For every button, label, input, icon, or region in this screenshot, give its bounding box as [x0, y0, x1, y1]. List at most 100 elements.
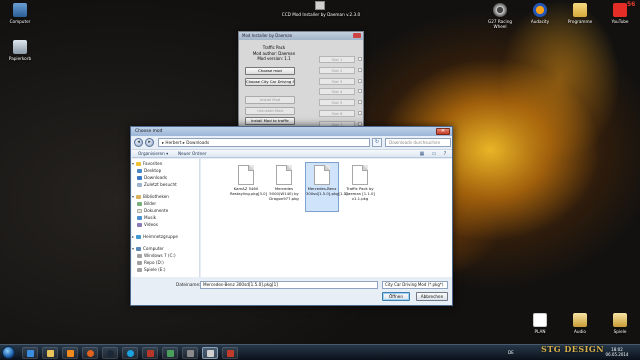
nav-desktop[interactable]: Desktop: [137, 168, 161, 175]
file-item-selected[interactable]: Mercedes-Benz 300sd[1.5.0].pkg[1.1]: [305, 162, 348, 212]
slot[interactable]: Slot 1: [319, 56, 355, 63]
start-button[interactable]: [2, 346, 15, 359]
taskbar-app[interactable]: [162, 347, 178, 359]
taskbar-skype[interactable]: [122, 347, 138, 359]
refresh-button[interactable]: ↻: [372, 138, 382, 147]
desktop-icon-audio[interactable]: Audio: [561, 313, 599, 334]
app-icon: [147, 350, 154, 357]
choose-mod-button[interactable]: Choose mod: [245, 67, 295, 75]
dialog-titlebar[interactable]: Choose mod ✕: [131, 127, 452, 136]
nav-music[interactable]: Musik: [137, 215, 156, 222]
slot[interactable]: Slot 2: [319, 67, 355, 74]
slot[interactable]: Slot 4: [319, 88, 355, 95]
view-options-icon[interactable]: ▦: [418, 151, 426, 157]
nav-drive-e[interactable]: Spiele (E:): [137, 267, 165, 274]
file-list: KamAZ 5460 Restayling.pkg[3.0] Mercedes …: [201, 159, 452, 277]
folder-icon: [573, 3, 587, 17]
slot[interactable]: Slot 3: [319, 78, 355, 85]
recycle-bin-icon: [13, 40, 27, 54]
nav-documents[interactable]: Dokumente: [137, 208, 168, 215]
libraries-icon: [136, 194, 141, 199]
steering-wheel-icon: [493, 3, 507, 17]
drive-icon: [137, 260, 142, 265]
address-row: ◂ ▸ ▸ Herbert ▸ Downloads ↻ Downloads du…: [134, 138, 451, 148]
address-bar[interactable]: ▸ Herbert ▸ Downloads: [158, 138, 370, 147]
preview-pane-icon[interactable]: ▭: [430, 151, 438, 157]
nav-label: Videos: [144, 222, 158, 227]
uninstall-mod-button[interactable]: Uninstall Mod: [245, 107, 295, 115]
recent-places-icon: [137, 182, 142, 187]
slot[interactable]: Slot 6: [319, 110, 355, 117]
taskbar-steam[interactable]: [102, 347, 118, 359]
language-indicator[interactable]: DE: [508, 350, 514, 355]
nav-videos[interactable]: Videos: [137, 222, 158, 229]
nav-homegroup[interactable]: ▸ Heimnetzgruppe: [132, 234, 178, 241]
slot-checkbox[interactable]: [358, 57, 362, 61]
slot-checkbox[interactable]: [358, 68, 362, 72]
dialog-close-button[interactable]: ✕: [436, 128, 450, 135]
firefox-icon: [87, 350, 94, 357]
taskbar-explorer[interactable]: [42, 347, 58, 359]
back-button[interactable]: ◂: [134, 138, 143, 147]
desktop-icon-plan[interactable]: PLAN: [521, 313, 559, 334]
cancel-button[interactable]: Abbrechen: [416, 292, 448, 301]
taskbar-app[interactable]: [222, 347, 238, 359]
nav-downloads[interactable]: Downloads: [137, 175, 167, 182]
taskbar-app[interactable]: [142, 347, 158, 359]
nav-computer[interactable]: ▾ Computer: [132, 246, 164, 253]
folder-icon: [613, 313, 627, 327]
clock-date: 06.05.2014: [605, 352, 629, 357]
slot[interactable]: Slot 5: [319, 99, 355, 106]
slot-checkbox[interactable]: [358, 111, 362, 115]
filetype-select[interactable]: City Car Driving Mod (*.pkg*): [382, 281, 448, 289]
help-icon[interactable]: ?: [441, 151, 449, 157]
folder-icon: [47, 350, 54, 357]
nav-recent[interactable]: Zuletzt besucht: [137, 182, 177, 189]
file-item[interactable]: Mercedes 5000(W140) by Dragon977.pkg: [267, 162, 301, 212]
nav-label: Spiele (E:): [144, 267, 166, 272]
desktop-icon-computer[interactable]: Computer: [1, 3, 39, 24]
mod-installer-app-icon[interactable]: [315, 1, 325, 10]
file-item[interactable]: Traffic Pack by Daeman [1.1.0] v1.1.pkg: [343, 162, 377, 212]
desktop-icon-racing-wheel[interactable]: G27 Racing Wheel: [481, 3, 519, 29]
taskbar-ie[interactable]: [22, 347, 38, 359]
nav-pictures[interactable]: Bilder: [137, 201, 156, 208]
mod-installer-icon: [207, 350, 214, 357]
steam-icon: [107, 350, 114, 357]
forward-button[interactable]: ▸: [145, 138, 154, 147]
desktop-icon-spiele[interactable]: Spiele: [601, 313, 639, 334]
slot-checkbox[interactable]: [358, 89, 362, 93]
choose-folder-button[interactable]: Choose City Car Driving folder: [245, 78, 295, 86]
taskbar-app[interactable]: [182, 347, 198, 359]
desktop-icon-audacity[interactable]: Audacity: [521, 3, 559, 24]
new-folder-button[interactable]: Neuer Ordner: [178, 151, 207, 157]
slot-checkbox[interactable]: [358, 79, 362, 83]
taskbar-media-player[interactable]: [62, 347, 78, 359]
organize-menu[interactable]: Organisieren ▾: [138, 151, 168, 157]
nav-drive-d[interactable]: Repo (D:): [137, 260, 164, 267]
installer-titlebar[interactable]: Mod Installer by Daeman: [239, 32, 363, 40]
taskbar-mod-installer[interactable]: [202, 347, 218, 359]
desktop-icon-programme[interactable]: Programme: [561, 3, 599, 24]
file-item[interactable]: KamAZ 5460 Restayling.pkg[3.0]: [229, 162, 267, 212]
nav-label: Zuletzt besucht: [144, 182, 177, 187]
filename-input[interactable]: Mercedes-Benz 300sd[1.5.0].pkg[1]: [200, 281, 378, 289]
desktop-icon-label: G27 Racing Wheel: [487, 19, 513, 29]
open-button[interactable]: Öffnen: [382, 292, 410, 301]
installer-close-button[interactable]: [353, 33, 361, 38]
nav-favorites[interactable]: ▾ Favoriten: [132, 161, 162, 168]
arrow-left-icon: ◂: [137, 139, 140, 145]
music-icon: [137, 215, 142, 220]
nav-drive-c[interactable]: Windows 7 (C:): [137, 253, 176, 260]
file-icon: [533, 313, 547, 327]
install-mod-button[interactable]: Install Mod: [245, 96, 295, 104]
documents-icon: [137, 208, 142, 213]
clock[interactable]: 18:02 06.05.2014: [600, 347, 634, 357]
nav-label: Desktop: [144, 168, 162, 173]
search-input[interactable]: Downloads durchsuchen: [385, 138, 451, 147]
slot-checkbox[interactable]: [358, 100, 362, 104]
nav-libraries[interactable]: ▾ Bibliotheken: [132, 194, 169, 201]
install-to-traffic-button[interactable]: Install Mod to traffic: [245, 117, 295, 125]
desktop-icon-recycle-bin[interactable]: Papierkorb: [1, 40, 39, 61]
taskbar-firefox[interactable]: [82, 347, 98, 359]
